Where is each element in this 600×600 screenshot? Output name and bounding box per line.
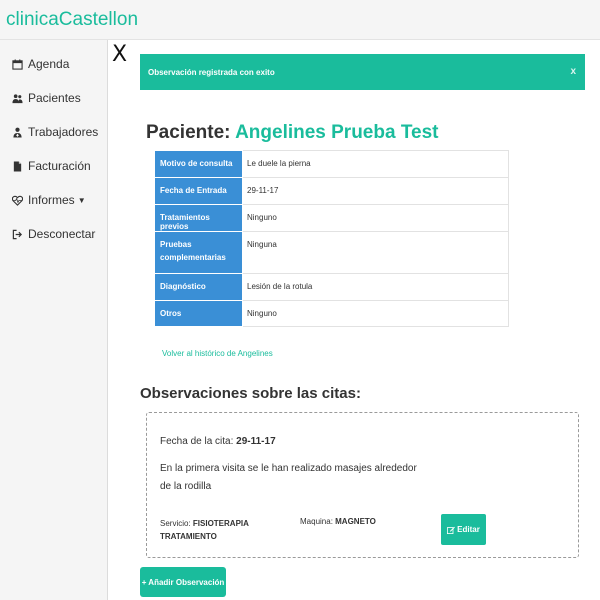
machine-value: MAGNETO bbox=[335, 517, 376, 526]
sidebar-item-facturacion[interactable]: Facturación bbox=[0, 151, 106, 181]
table-row: Tratamientos previos Ninguno bbox=[154, 204, 509, 232]
table-row: Diagnóstico Lesión de la rotula bbox=[154, 273, 509, 301]
sidebar-item-label: Trabajadores bbox=[28, 125, 99, 139]
alert-close-button[interactable]: x bbox=[570, 66, 576, 77]
heartbeat-icon bbox=[12, 195, 23, 206]
table-row: Otros Ninguno bbox=[154, 300, 509, 327]
sidebar-item-label: Informes bbox=[28, 193, 75, 207]
appointment-date: Fecha de la cita: 29-11-17 bbox=[160, 436, 276, 447]
file-icon bbox=[13, 160, 22, 172]
service-label: Servicio: bbox=[160, 519, 193, 528]
observations-title: Observaciones sobre las citas: bbox=[140, 385, 361, 402]
edit-button-label: Editar bbox=[457, 525, 480, 534]
field-label: Tratamientos previos bbox=[154, 204, 243, 232]
patient-name: Angelines Prueba Test bbox=[235, 122, 439, 143]
field-value: Lesión de la rotula bbox=[242, 273, 509, 301]
field-label: Diagnóstico bbox=[154, 273, 243, 301]
sidebar-item-label: Facturación bbox=[28, 159, 91, 173]
edit-observation-button[interactable]: Editar bbox=[441, 514, 486, 545]
success-alert: Observación registrada con exito x bbox=[140, 54, 585, 90]
sidebar-item-agenda[interactable]: Agenda bbox=[0, 49, 106, 79]
sidebar-item-desconectar[interactable]: Desconectar bbox=[0, 219, 106, 249]
appointment-date-value: 29-11-17 bbox=[236, 436, 276, 447]
field-value: Le duele la pierna bbox=[242, 150, 509, 178]
patient-info-table: Motivo de consulta Le duele la pierna Fe… bbox=[154, 150, 509, 327]
sidebar-item-informes[interactable]: Informes ▼ bbox=[0, 185, 106, 215]
field-value: Ninguno bbox=[242, 204, 509, 232]
chevron-down-icon: ▼ bbox=[77, 195, 86, 205]
machine-info: Maquina: MAGNETO bbox=[300, 517, 376, 526]
user-md-icon bbox=[13, 127, 22, 138]
field-label: Fecha de Entrada bbox=[154, 177, 243, 205]
page-title: Paciente: Angelines Prueba Test bbox=[146, 122, 439, 144]
patient-title-prefix: Paciente: bbox=[146, 122, 236, 143]
users-icon bbox=[12, 93, 23, 103]
close-panel-button[interactable]: X bbox=[112, 44, 127, 66]
sign-out-icon bbox=[12, 229, 23, 239]
sidebar-item-label: Desconectar bbox=[28, 227, 96, 241]
field-value: Ninguna bbox=[242, 231, 509, 274]
edit-icon bbox=[447, 526, 455, 534]
back-to-history-link[interactable]: Volver al histórico de Angelines bbox=[162, 349, 273, 358]
sidebar-item-pacientes[interactable]: Pacientes bbox=[0, 83, 106, 113]
sidebar: Agenda Pacientes Trabajadores Facturació… bbox=[0, 40, 108, 600]
table-row: Fecha de Entrada 29-11-17 bbox=[154, 177, 509, 205]
table-row: Motivo de consulta Le duele la pierna bbox=[154, 150, 509, 178]
table-row: Pruebas complementarias Ninguna bbox=[154, 231, 509, 274]
alert-message: Observación registrada con exito bbox=[148, 67, 275, 77]
top-navbar: clinicaCastellon bbox=[0, 0, 600, 40]
sidebar-item-label: Agenda bbox=[28, 57, 70, 71]
field-label: Pruebas complementarias bbox=[154, 231, 243, 274]
sidebar-item-trabajadores[interactable]: Trabajadores bbox=[0, 117, 106, 147]
observation-text: En la primera visita se le han realizado… bbox=[160, 463, 417, 492]
field-label: Otros bbox=[154, 300, 243, 327]
sidebar-item-label: Pacientes bbox=[28, 91, 81, 105]
field-label: Motivo de consulta bbox=[154, 150, 243, 178]
observation-card: Fecha de la cita: 29-11-17 En la primera… bbox=[146, 412, 579, 558]
brand-logo[interactable]: clinicaCastellon bbox=[6, 9, 138, 31]
appointment-date-label: Fecha de la cita: bbox=[160, 436, 237, 447]
field-value: 29-11-17 bbox=[242, 177, 509, 205]
field-value: Ninguno bbox=[242, 300, 509, 327]
machine-label: Maquina: bbox=[300, 517, 336, 526]
calendar-icon bbox=[12, 58, 23, 70]
service-info: Servicio: FISIOTERAPIA TRATAMIENTO bbox=[160, 517, 270, 543]
add-observation-button[interactable]: + Añadir Observación bbox=[140, 567, 226, 597]
